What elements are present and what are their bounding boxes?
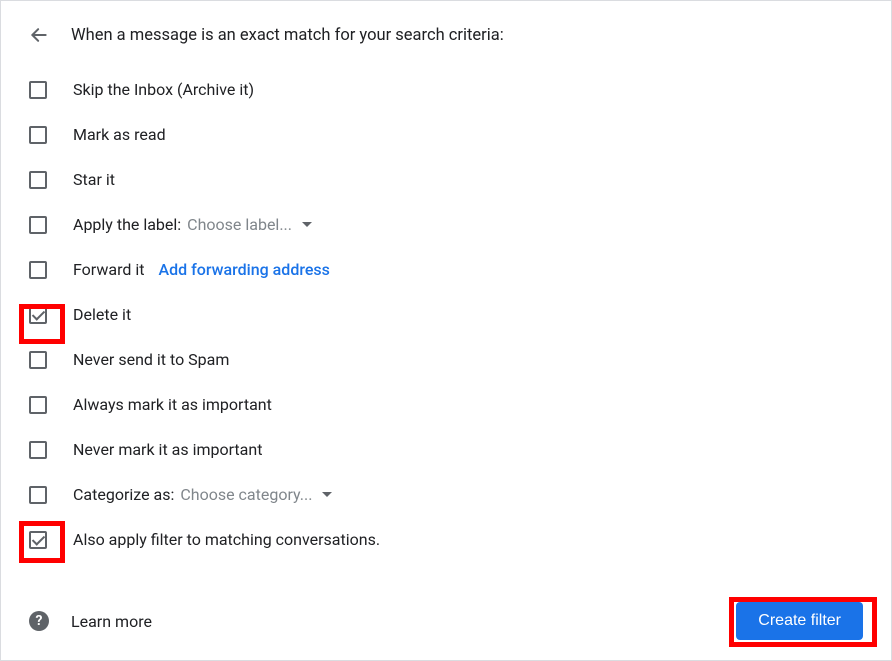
header-row: When a message is an exact match for you…	[29, 25, 863, 45]
learn-more-link[interactable]: Learn more	[71, 612, 152, 631]
select-apply-label[interactable]: Choose label...	[187, 215, 312, 234]
select-apply-label-text: Choose label...	[187, 215, 292, 234]
option-also-apply: Also apply filter to matching conversati…	[29, 517, 863, 562]
label-always-important: Always mark it as important	[73, 395, 272, 414]
label-never-spam: Never send it to Spam	[73, 350, 229, 369]
checkbox-star-it[interactable]	[29, 171, 47, 189]
chevron-down-icon	[302, 222, 312, 227]
link-add-forwarding-address[interactable]: Add forwarding address	[158, 260, 329, 279]
chevron-down-icon	[322, 492, 332, 497]
option-never-important: Never mark it as important	[29, 427, 863, 472]
label-never-important: Never mark it as important	[73, 440, 262, 459]
help-icon[interactable]: ?	[29, 611, 49, 631]
checkbox-apply-label[interactable]	[29, 216, 47, 234]
select-categorize-as-text: Choose category...	[180, 485, 312, 504]
checkbox-skip-inbox[interactable]	[29, 81, 47, 99]
footer-row: ? Learn more Create filter	[29, 602, 863, 640]
label-forward-it: Forward it	[73, 260, 144, 279]
checkbox-delete-it[interactable]	[29, 306, 47, 324]
options-list: Skip the Inbox (Archive it) Mark as read…	[29, 67, 863, 562]
label-skip-inbox: Skip the Inbox (Archive it)	[73, 80, 254, 99]
option-always-important: Always mark it as important	[29, 382, 863, 427]
checkbox-forward-it[interactable]	[29, 261, 47, 279]
filter-actions-panel: When a message is an exact match for you…	[0, 0, 892, 661]
footer-left: ? Learn more	[29, 611, 152, 631]
create-filter-button[interactable]: Create filter	[736, 602, 863, 640]
option-categorize-as: Categorize as: Choose category...	[29, 472, 863, 517]
select-categorize-as[interactable]: Choose category...	[180, 485, 332, 504]
back-arrow-icon[interactable]	[29, 25, 49, 45]
option-mark-read: Mark as read	[29, 112, 863, 157]
option-apply-label: Apply the label: Choose label...	[29, 202, 863, 247]
checkbox-categorize-as[interactable]	[29, 486, 47, 504]
option-star-it: Star it	[29, 157, 863, 202]
checkbox-mark-read[interactable]	[29, 126, 47, 144]
header-title: When a message is an exact match for you…	[71, 26, 504, 45]
label-delete-it: Delete it	[73, 305, 131, 324]
label-also-apply: Also apply filter to matching conversati…	[73, 530, 380, 549]
checkbox-always-important[interactable]	[29, 396, 47, 414]
label-mark-read: Mark as read	[73, 125, 166, 144]
label-star-it: Star it	[73, 170, 115, 189]
label-categorize-as: Categorize as:	[73, 485, 174, 504]
option-skip-inbox: Skip the Inbox (Archive it)	[29, 67, 863, 112]
option-never-spam: Never send it to Spam	[29, 337, 863, 382]
label-apply-label: Apply the label:	[73, 215, 181, 234]
option-forward-it: Forward it Add forwarding address	[29, 247, 863, 292]
option-delete-it: Delete it	[29, 292, 863, 337]
checkbox-never-important[interactable]	[29, 441, 47, 459]
checkbox-never-spam[interactable]	[29, 351, 47, 369]
checkbox-also-apply[interactable]	[29, 531, 47, 549]
